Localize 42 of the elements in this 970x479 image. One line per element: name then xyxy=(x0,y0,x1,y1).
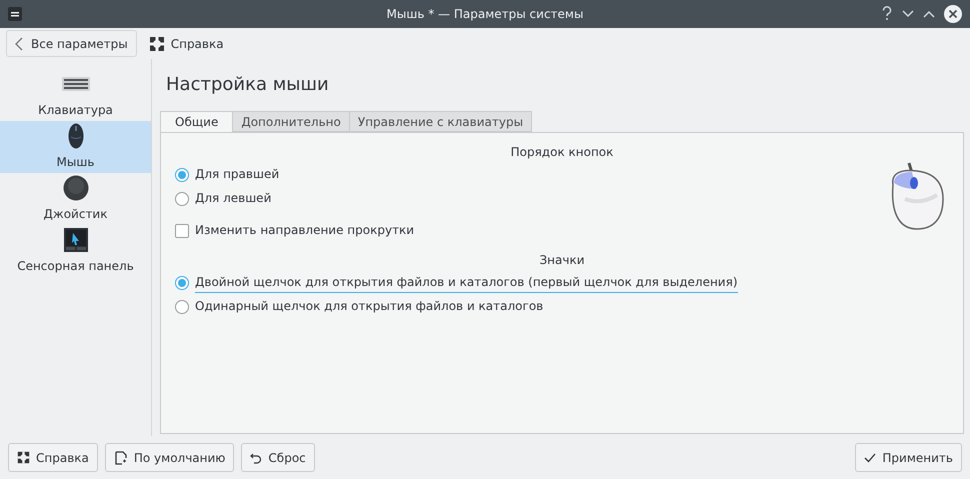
close-icon[interactable] xyxy=(944,5,962,23)
app-menu-icon[interactable] xyxy=(8,7,22,21)
radio-button[interactable] xyxy=(175,276,189,290)
back-icon xyxy=(15,36,23,50)
defaults-button[interactable]: По умолчанию xyxy=(104,443,234,472)
section-heading: Значки xyxy=(539,252,585,269)
touchpad-icon xyxy=(64,228,88,252)
option-label: Двойной щелчок для открытия файлов и каталогов (первый щелчок для выделения) xyxy=(195,273,738,293)
lifebuoy-icon xyxy=(148,36,165,52)
joystick-icon xyxy=(62,175,88,201)
apply-button[interactable]: Применить xyxy=(855,443,962,472)
option-label: Для правшей xyxy=(195,166,280,183)
option-label: Одинарный щелчок для открытия файлов и каталогов xyxy=(195,298,544,315)
document-icon xyxy=(114,450,128,464)
checkbox[interactable] xyxy=(175,224,189,238)
sidebar-item[interactable]: Клавиатура xyxy=(0,69,151,121)
tab[interactable]: Общие xyxy=(160,111,234,133)
undo-icon xyxy=(250,452,262,464)
section-heading: Порядок кнопок xyxy=(510,144,614,161)
sidebar-item[interactable]: Сенсорная панель xyxy=(0,225,151,277)
mouse-icon xyxy=(68,123,84,149)
radio-button[interactable] xyxy=(175,300,189,314)
window-title: Мышь * — Параметры системы xyxy=(386,6,584,23)
back-button[interactable]: Все параметры xyxy=(6,30,137,57)
radio-button[interactable] xyxy=(175,192,189,206)
help-button[interactable]: Справка xyxy=(142,30,230,57)
keyboard-icon xyxy=(62,77,90,91)
radio-button[interactable] xyxy=(175,168,189,182)
maximize-icon[interactable] xyxy=(923,10,935,18)
option-label: Изменить направление прокрутки xyxy=(195,222,414,239)
tab[interactable]: Управление с клавиатуры xyxy=(348,111,532,132)
option-label: Для левшей xyxy=(195,190,272,207)
sidebar-item[interactable]: Мышь xyxy=(0,121,151,173)
lifebuoy-icon xyxy=(17,451,30,464)
help-button[interactable]: Справка xyxy=(8,443,98,472)
page-title: Настройка мыши xyxy=(166,73,330,97)
help-icon[interactable] xyxy=(881,6,893,22)
tab[interactable]: Дополнительно xyxy=(232,111,350,132)
sidebar-item[interactable]: Джойстик xyxy=(0,173,151,225)
minimize-icon[interactable] xyxy=(902,10,914,18)
reset-button[interactable]: Сброс xyxy=(241,443,315,472)
check-icon xyxy=(864,452,876,462)
